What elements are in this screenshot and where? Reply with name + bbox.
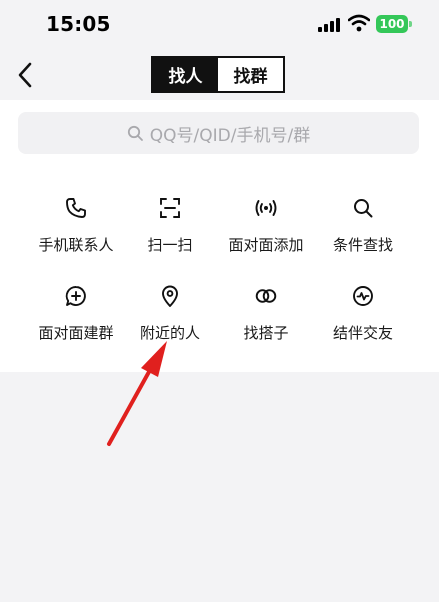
annotation-arrow xyxy=(107,341,167,446)
